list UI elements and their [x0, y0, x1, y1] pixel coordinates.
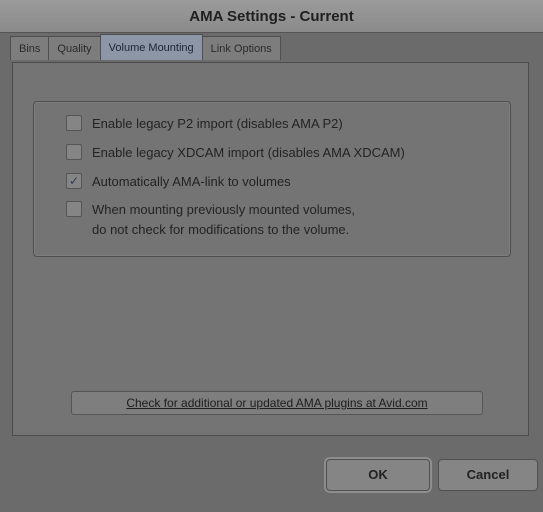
option-label: Enable legacy XDCAM import (disables AMA… [92, 145, 405, 160]
option-label: When mounting previously mounted volumes… [92, 202, 356, 237]
title-bar[interactable]: AMA Settings - Current [0, 0, 543, 33]
tab-link-options[interactable]: Link Options [201, 36, 281, 60]
checkbox-legacy-xdcam[interactable] [66, 144, 82, 160]
cancel-button[interactable]: Cancel [438, 459, 538, 491]
ok-button[interactable]: OK [326, 459, 430, 491]
tab-bins[interactable]: Bins [10, 36, 50, 60]
option-skip-modification-check[interactable]: When mounting previously mounted volumes… [66, 200, 355, 240]
option-legacy-p2[interactable]: Enable legacy P2 import (disables AMA P2… [66, 114, 343, 134]
tab-bar: Bins Quality Volume Mounting Link Option… [10, 34, 281, 62]
option-auto-ama-link[interactable]: ✓ Automatically AMA-link to volumes [66, 172, 291, 192]
option-label: Automatically AMA-link to volumes [92, 174, 291, 189]
ama-settings-dialog: AMA Settings - Current Bins Quality Volu… [0, 0, 543, 512]
window-title: AMA Settings - Current [189, 8, 354, 25]
checkbox-skip-modification-check[interactable] [66, 201, 82, 217]
option-label: Enable legacy P2 import (disables AMA P2… [92, 116, 343, 131]
tab-panel: Enable legacy P2 import (disables AMA P2… [12, 62, 529, 436]
tab-quality[interactable]: Quality [48, 36, 101, 60]
options-group: Enable legacy P2 import (disables AMA P2… [33, 101, 511, 257]
check-plugins-button[interactable]: Check for additional or updated AMA plug… [71, 391, 483, 415]
tab-volume-mounting[interactable]: Volume Mounting [99, 34, 203, 60]
option-legacy-xdcam[interactable]: Enable legacy XDCAM import (disables AMA… [66, 143, 405, 163]
checkbox-legacy-p2[interactable] [66, 115, 82, 131]
checkbox-auto-ama-link[interactable]: ✓ [66, 173, 82, 189]
